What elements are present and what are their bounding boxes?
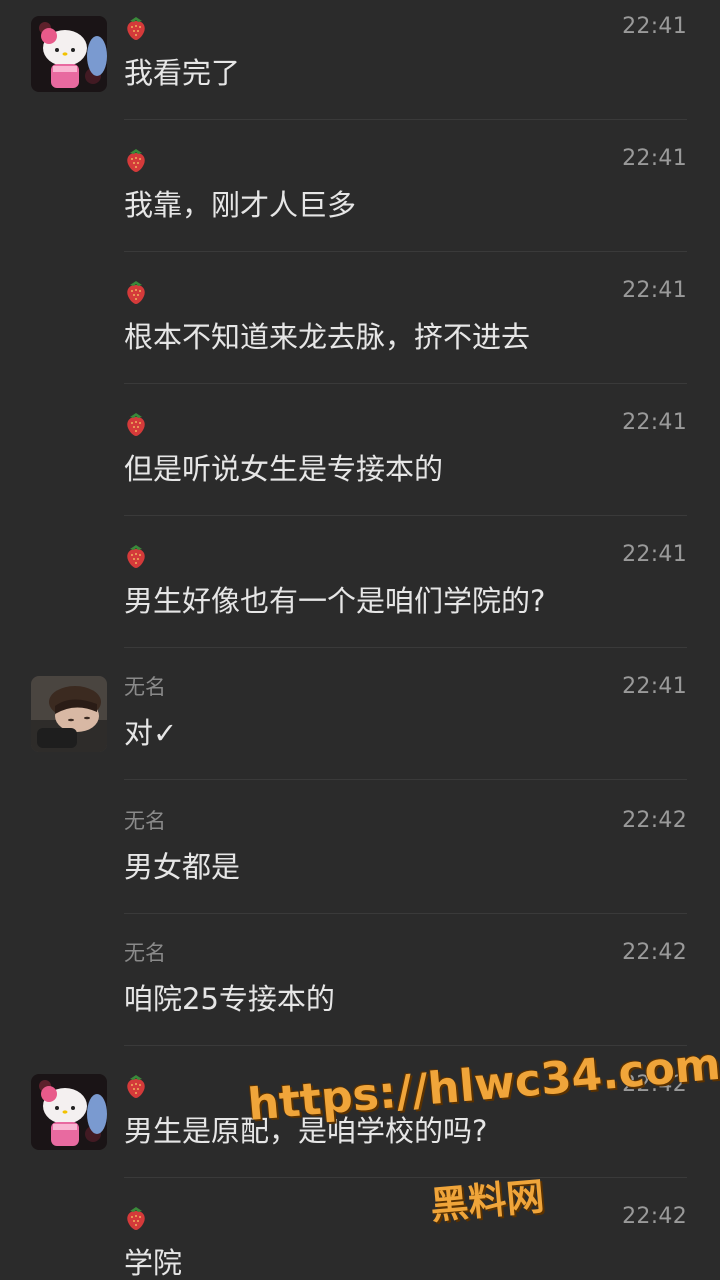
message-divider bbox=[124, 515, 687, 516]
strawberry-icon bbox=[127, 281, 145, 304]
avatar-person-photo[interactable] bbox=[31, 676, 107, 752]
message-text[interactable]: 但是听说女生是专接本的 bbox=[124, 450, 443, 488]
avatar-hello-kitty[interactable] bbox=[31, 16, 107, 92]
message-row[interactable]: 22:41 但是听说女生是专接本的 bbox=[0, 396, 720, 516]
person-photo-avatar-icon bbox=[31, 676, 107, 752]
sender-label bbox=[124, 409, 148, 437]
message-row[interactable]: 22:41 我看完了 bbox=[0, 0, 720, 120]
message-text[interactable]: 我看完了 bbox=[124, 54, 240, 92]
message-row[interactable]: 22:42 学院 bbox=[0, 1190, 720, 1280]
message-text[interactable]: 对✓ bbox=[124, 714, 177, 752]
sender-name: 无名 bbox=[124, 675, 166, 699]
message-text[interactable]: 男女都是 bbox=[124, 848, 240, 886]
message-text[interactable]: 咱院25专接本的 bbox=[124, 980, 335, 1018]
hello-kitty-avatar-icon bbox=[31, 16, 107, 92]
sender-label bbox=[124, 145, 148, 173]
message-divider bbox=[124, 647, 687, 648]
message-row[interactable]: 22:42 男生是原配，是咱学校的吗? bbox=[0, 1058, 720, 1178]
message-text[interactable]: 我靠，刚才人巨多 bbox=[124, 186, 356, 224]
message-time: 22:41 bbox=[622, 674, 687, 699]
sender-label bbox=[124, 1203, 148, 1231]
message-divider bbox=[124, 1177, 687, 1178]
message-time: 22:41 bbox=[622, 410, 687, 435]
message-divider bbox=[124, 913, 687, 914]
strawberry-icon bbox=[127, 413, 145, 436]
message-time: 22:41 bbox=[622, 14, 687, 39]
strawberry-icon bbox=[127, 149, 145, 172]
message-text[interactable]: 男生好像也有一个是咱们学院的? bbox=[124, 582, 545, 620]
message-text[interactable]: 根本不知道来龙去脉，挤不进去 bbox=[124, 318, 530, 356]
message-divider bbox=[124, 1045, 687, 1046]
message-time: 22:42 bbox=[622, 808, 687, 833]
message-row[interactable]: 无名 22:41 对✓ bbox=[0, 660, 720, 780]
message-time: 22:42 bbox=[622, 940, 687, 965]
strawberry-icon bbox=[127, 17, 145, 40]
message-text[interactable]: 学院 bbox=[124, 1244, 182, 1280]
message-divider bbox=[124, 779, 687, 780]
message-time: 22:42 bbox=[622, 1204, 687, 1229]
message-text[interactable]: 男生是原配，是咱学校的吗? bbox=[124, 1112, 487, 1150]
sender-label bbox=[124, 1071, 148, 1099]
message-divider bbox=[124, 383, 687, 384]
sender-label bbox=[124, 13, 148, 41]
message-divider bbox=[124, 251, 687, 252]
avatar-hello-kitty[interactable] bbox=[31, 1074, 107, 1150]
message-row[interactable]: 无名 22:42 男女都是 bbox=[0, 794, 720, 914]
sender-name: 无名 bbox=[124, 809, 166, 833]
sender-label bbox=[124, 277, 148, 305]
chat-message-list[interactable]: 22:41 我看完了 22:41 我靠，刚才人巨多 22:41 根本不知道来龙去… bbox=[0, 0, 720, 1280]
message-row[interactable]: 22:41 男生好像也有一个是咱们学院的? bbox=[0, 528, 720, 648]
message-time: 22:41 bbox=[622, 146, 687, 171]
sender-name: 无名 bbox=[124, 941, 166, 965]
message-time: 22:41 bbox=[622, 542, 687, 567]
hello-kitty-avatar-icon bbox=[31, 1074, 107, 1150]
message-row[interactable]: 22:41 根本不知道来龙去脉，挤不进去 bbox=[0, 264, 720, 384]
strawberry-icon bbox=[127, 1075, 145, 1098]
strawberry-icon bbox=[127, 1207, 145, 1230]
message-time: 22:42 bbox=[622, 1072, 687, 1097]
message-time: 22:41 bbox=[622, 278, 687, 303]
message-row[interactable]: 无名 22:42 咱院25专接本的 bbox=[0, 926, 720, 1046]
strawberry-icon bbox=[127, 545, 145, 568]
message-divider bbox=[124, 119, 687, 120]
message-row[interactable]: 22:41 我靠，刚才人巨多 bbox=[0, 132, 720, 252]
sender-label bbox=[124, 541, 148, 569]
